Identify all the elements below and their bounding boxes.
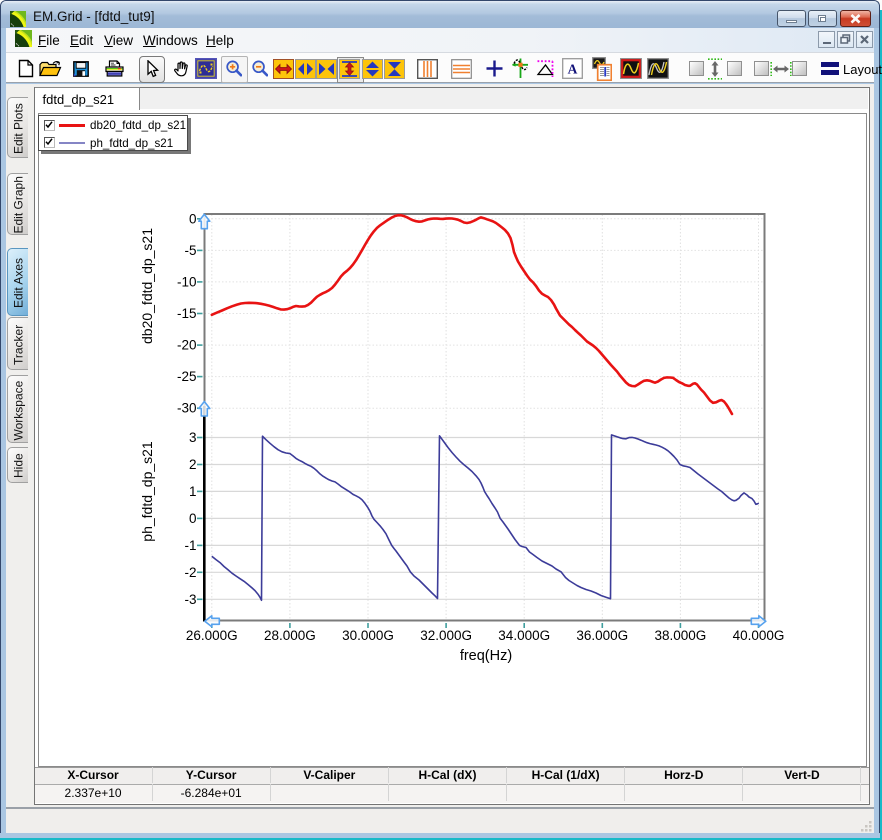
svg-text:-5: -5 — [184, 243, 196, 258]
svg-text:30.000G: 30.000G — [342, 628, 394, 643]
svg-text:-25: -25 — [177, 369, 197, 384]
svg-text:0: 0 — [189, 511, 197, 526]
svg-text:36.000G: 36.000G — [576, 628, 628, 643]
svg-text:32.000G: 32.000G — [420, 628, 472, 643]
svg-text:-20: -20 — [177, 338, 197, 353]
svg-text:A: A — [568, 62, 578, 77]
svg-text:0: 0 — [189, 211, 197, 226]
svg-text:-3: -3 — [184, 592, 196, 607]
svg-text:-1: -1 — [184, 538, 196, 553]
svg-text:-15: -15 — [177, 306, 197, 321]
svg-text:-10: -10 — [177, 274, 197, 289]
svg-text:-30: -30 — [177, 401, 197, 416]
svg-text:34.000G: 34.000G — [498, 628, 550, 643]
svg-text:-2: -2 — [184, 565, 196, 580]
svg-text:1: 1 — [189, 484, 197, 499]
svg-text:3: 3 — [189, 430, 197, 445]
svg-text:db20_fdtd_dp_s21: db20_fdtd_dp_s21 — [139, 228, 155, 344]
svg-text:2: 2 — [189, 457, 197, 472]
svg-text:ph_fdtd_dp_s21: ph_fdtd_dp_s21 — [139, 441, 155, 542]
svg-text:28.000G: 28.000G — [264, 628, 316, 643]
svg-text:26.000G: 26.000G — [186, 628, 238, 643]
svg-text:40.000G: 40.000G — [733, 628, 785, 643]
svg-text:38.000G: 38.000G — [655, 628, 707, 643]
svg-text:freq(Hz): freq(Hz) — [460, 648, 512, 664]
